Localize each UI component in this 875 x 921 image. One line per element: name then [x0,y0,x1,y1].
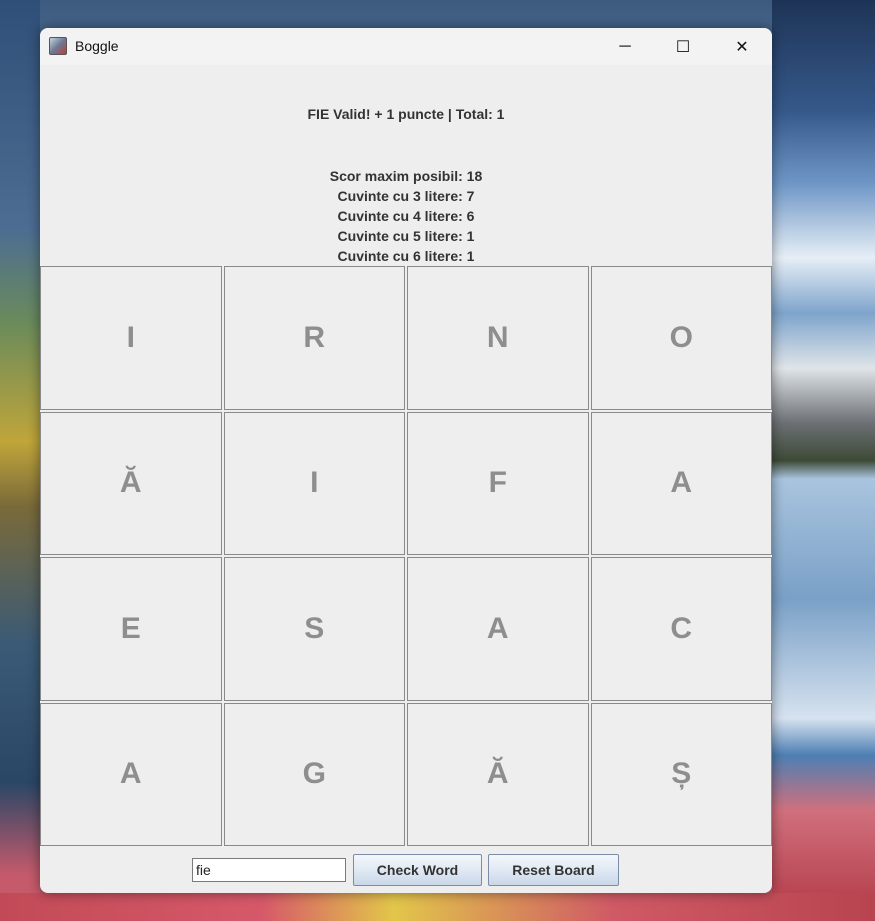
letter-cell[interactable]: O [590,266,772,410]
letter-cell[interactable]: S [223,557,405,701]
desktop-background-right [772,0,875,921]
letter-cell[interactable]: R [223,266,405,410]
desktop-background-left [0,0,40,921]
letter-cell[interactable]: N [407,266,589,410]
letter-cell[interactable]: A [407,557,589,701]
letter-cell[interactable]: F [407,411,589,555]
title-bar[interactable]: Boggle ─ ☐ ✕ [40,28,772,65]
letter-cell[interactable]: G [223,702,405,846]
minimize-icon: ─ [619,37,631,55]
reset-board-button[interactable]: Reset Board [488,854,619,886]
boggle-window: Boggle ─ ☐ ✕ FIE Valid! + 1 puncte | Tot… [40,28,772,893]
status-message: FIE Valid! + 1 puncte | Total: 1 [307,106,505,122]
letter-cell[interactable]: Ă [407,702,589,846]
letter-cell[interactable]: E [40,557,222,701]
letter-cell[interactable]: A [40,702,222,846]
letter-grid: I R N O Ă I F A E S A C A G Ă Ș [40,266,772,846]
words-6-label: Cuvinte cu 6 litere: 1 [337,248,475,264]
words-4-label: Cuvinte cu 4 litere: 6 [337,208,475,224]
window-title: Boggle [75,38,119,54]
letter-cell[interactable]: Ă [40,411,222,555]
words-5-label: Cuvinte cu 5 litere: 1 [337,228,475,244]
java-app-icon [49,37,67,55]
check-word-button[interactable]: Check Word [353,854,482,886]
letter-cell[interactable]: C [590,557,772,701]
input-bar: Check Word Reset Board [40,846,772,893]
letter-cell[interactable]: I [40,266,222,410]
word-input[interactable] [192,858,346,882]
max-score-label: Scor maxim posibil: 18 [329,168,483,184]
close-icon: ✕ [735,38,749,56]
close-button[interactable]: ✕ [713,28,771,65]
letter-cell[interactable]: I [223,411,405,555]
maximize-button[interactable]: ☐ [654,28,712,65]
letter-cell[interactable]: A [590,411,772,555]
words-3-label: Cuvinte cu 3 litere: 7 [337,188,475,204]
letter-cell[interactable]: Ș [590,702,772,846]
stats-panel: Scor maxim posibil: 18 Cuvinte cu 3 lite… [40,166,772,266]
desktop-background-bottom [0,893,875,921]
minimize-button[interactable]: ─ [596,28,654,65]
maximize-icon: ☐ [675,38,691,56]
